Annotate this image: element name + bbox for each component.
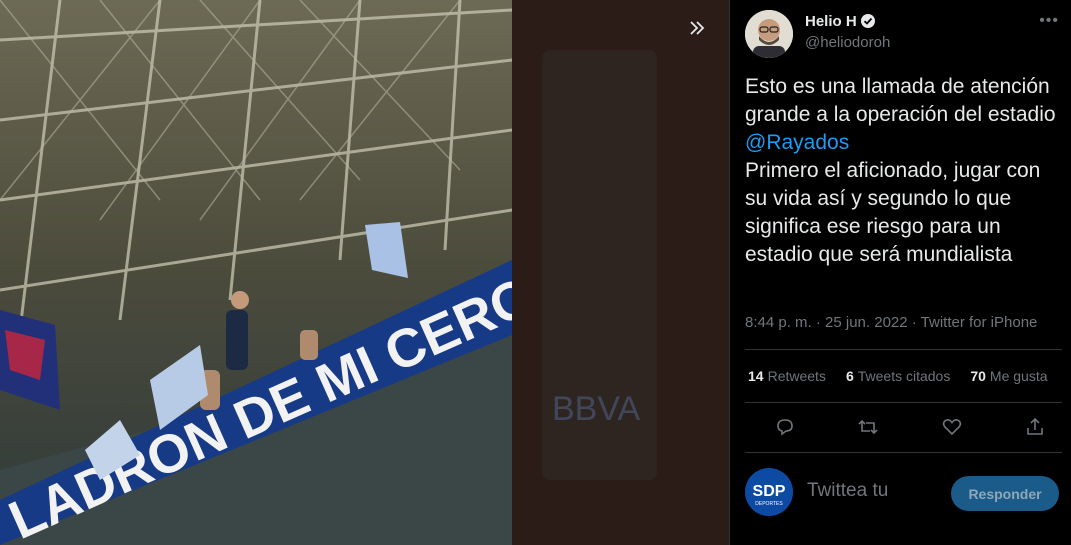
- tweet-text-part2: Primero el aficionado, jugar con su vida…: [745, 159, 1041, 266]
- collapse-panel-button[interactable]: [682, 12, 712, 42]
- current-user-avatar[interactable]: SDP DEPORTES: [745, 468, 793, 516]
- quotes-label: Tweets citados: [857, 368, 951, 384]
- reply-icon: [777, 419, 793, 436]
- mention-link[interactable]: @Rayados: [745, 131, 849, 154]
- heart-icon: [942, 419, 961, 436]
- likes-label: Me gusta: [989, 368, 1048, 384]
- quotes-stat[interactable]: 6 Tweets citados: [846, 368, 950, 384]
- stadium-photo: LADRON DE MI CERO: [0, 0, 512, 545]
- tweet-text: Esto es una llamada de atención grande a…: [745, 73, 1067, 269]
- retweets-count: 14: [748, 368, 764, 384]
- reply-submit-button[interactable]: Responder: [951, 476, 1059, 511]
- verified-badge-icon: [860, 14, 875, 28]
- quotes-count: 6: [845, 368, 854, 384]
- double-chevron-right-icon: [690, 21, 705, 35]
- tweet-text-part1: Esto es una llamada de atención grande a…: [745, 75, 1062, 126]
- author-name-text: Helio H: [805, 13, 857, 30]
- divider: [745, 402, 1062, 403]
- media-viewer: LADRON DE MI CERO BBVA: [0, 0, 729, 545]
- tweet-timestamp[interactable]: 8:44 p. m. · 25 jun. 2022 · Twitter for …: [745, 314, 1037, 331]
- share-button[interactable]: [1020, 414, 1050, 440]
- blurred-ad-text: BBVA: [552, 390, 641, 428]
- likes-count: 70: [970, 368, 986, 384]
- retweets-label: Retweets: [767, 368, 826, 384]
- avatar-logo-text: SDP: [753, 483, 786, 500]
- blurred-background: BBVA: [512, 0, 729, 545]
- author-avatar[interactable]: [745, 10, 793, 58]
- likes-stat[interactable]: 70 Me gusta: [970, 368, 1047, 384]
- retweet-icon: [858, 419, 878, 435]
- tweet-stats: 14 Retweets 6 Tweets citados 70 Me gusta: [748, 368, 1068, 384]
- retweets-stat[interactable]: 14 Retweets: [748, 368, 826, 384]
- author-name[interactable]: Helio H: [805, 13, 876, 30]
- retweet-button[interactable]: [853, 414, 883, 440]
- share-icon: [1027, 417, 1043, 435]
- like-button[interactable]: [937, 414, 967, 440]
- divider: [745, 452, 1062, 453]
- divider: [745, 349, 1062, 350]
- author-handle[interactable]: @heliodoroh: [805, 34, 890, 51]
- avatar-logo-subtext: DEPORTES: [755, 501, 783, 507]
- tweet-panel: Helio H @heliodoroh ••• Esto es una llam…: [729, 0, 1071, 545]
- more-options-icon[interactable]: •••: [1039, 12, 1059, 30]
- reply-button[interactable]: [770, 414, 800, 440]
- tweet-actions: [770, 414, 1050, 440]
- reply-input[interactable]: Twittea tu: [807, 480, 888, 502]
